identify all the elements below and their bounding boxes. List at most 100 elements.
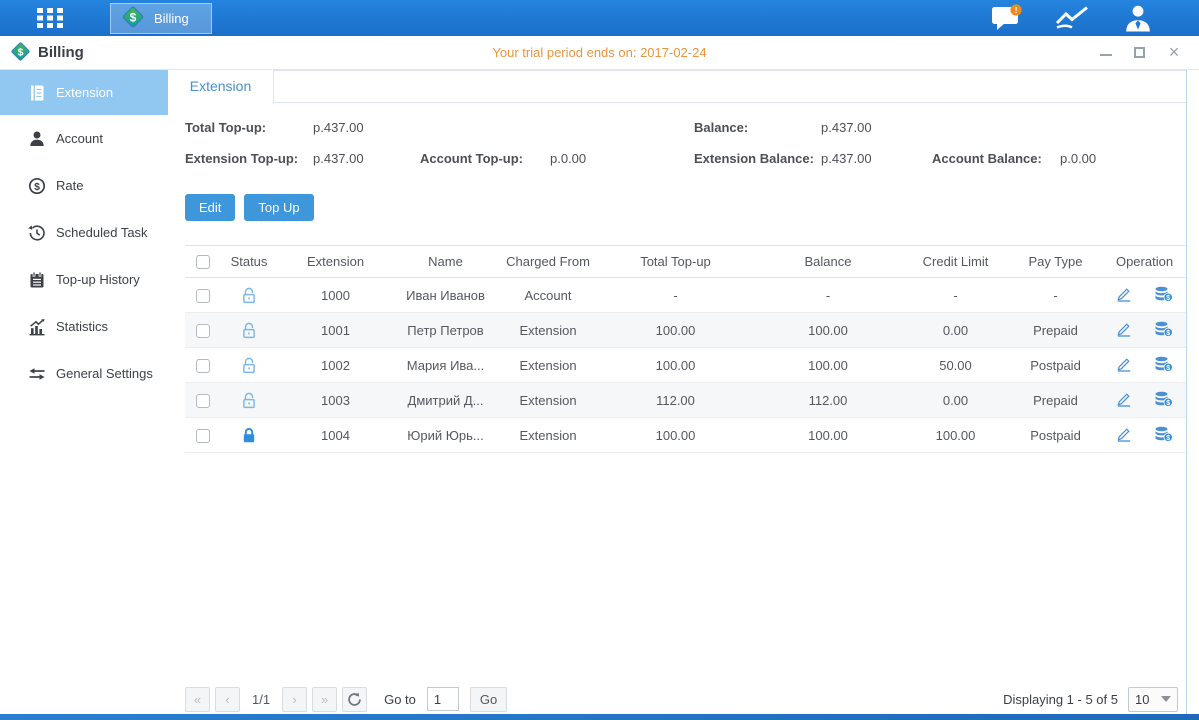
history-clock-icon xyxy=(28,224,46,242)
row-checkbox[interactable] xyxy=(196,429,210,443)
close-icon[interactable]: × xyxy=(1167,46,1181,60)
app-window: $ Billing ! xyxy=(0,0,1199,720)
resource-monitor-icon[interactable] xyxy=(1055,5,1091,31)
status-cell xyxy=(220,278,278,313)
svg-text:$: $ xyxy=(1166,400,1170,407)
row-checkbox[interactable] xyxy=(196,324,210,338)
edit-pencil-icon[interactable] xyxy=(1116,391,1132,410)
window-body: Extension Account $ Rate xyxy=(0,70,1199,714)
charged-from-cell: Extension xyxy=(498,383,598,418)
next-page-button[interactable]: › xyxy=(282,687,307,712)
app-launcher-icon[interactable] xyxy=(36,7,64,29)
window-bottom-border xyxy=(0,714,1199,720)
edit-pencil-icon[interactable] xyxy=(1116,356,1132,375)
svg-text:$: $ xyxy=(1166,365,1170,372)
sidebar-item-label: Statistics xyxy=(56,319,108,334)
table-row: 1002 Мария Ива... Extension 100.00 100.0… xyxy=(185,348,1186,383)
balance-cell: 100.00 xyxy=(753,418,903,453)
name-cell: Дмитрий Д... xyxy=(393,383,498,418)
row-checkbox[interactable] xyxy=(196,359,210,373)
operation-cell: $ xyxy=(1103,418,1186,453)
sidebar-item-rate[interactable]: $ Rate xyxy=(0,162,168,209)
svg-text:$: $ xyxy=(1166,295,1170,302)
total-topup-value: p.437.00 xyxy=(313,120,364,135)
account-topup-label: Account Top-up: xyxy=(420,151,523,166)
status-cell xyxy=(220,418,278,453)
sidebar-item-topup-history[interactable]: Top-up History xyxy=(0,256,168,303)
edit-pencil-icon[interactable] xyxy=(1116,321,1132,340)
pagination-controls: « ‹ 1/1 › » Go to Go xyxy=(185,687,507,712)
credit-limit-cell: 50.00 xyxy=(903,348,1008,383)
topup-coins-icon[interactable]: $ xyxy=(1154,286,1173,305)
page-indicator: 1/1 xyxy=(245,692,277,707)
app-tab-billing[interactable]: $ Billing xyxy=(110,3,212,34)
select-all-checkbox[interactable] xyxy=(196,255,210,269)
user-account-icon[interactable] xyxy=(1123,5,1153,32)
extension-cell: 1000 xyxy=(278,278,393,313)
topup-coins-icon[interactable]: $ xyxy=(1154,356,1173,375)
summary-panel: Total Top-up: p.437.00 Balance: p.437.00… xyxy=(168,116,1186,182)
topup-button[interactable]: Top Up xyxy=(244,194,313,221)
credit-limit-cell: 0.00 xyxy=(903,383,1008,418)
prev-page-button[interactable]: ‹ xyxy=(215,687,240,712)
table-row: 1003 Дмитрий Д... Extension 112.00 112.0… xyxy=(185,383,1186,418)
table-header-row: Status Extension Name Charged From Total… xyxy=(185,246,1186,278)
row-checkbox[interactable] xyxy=(196,394,210,408)
first-page-button[interactable]: « xyxy=(185,687,210,712)
page-size-select[interactable]: 10 xyxy=(1128,687,1178,712)
extension-cell: 1002 xyxy=(278,348,393,383)
table-row: 1004 Юрий Юрь... Extension 100.00 100.00… xyxy=(185,418,1186,453)
unlocked-icon xyxy=(241,392,257,409)
trial-notice: Your trial period ends on: 2017-02-24 xyxy=(0,45,1199,60)
notifications-icon[interactable]: ! xyxy=(991,4,1023,32)
svg-text:$: $ xyxy=(34,181,40,193)
extension-balance-value: p.437.00 xyxy=(821,151,872,166)
edit-pencil-icon[interactable] xyxy=(1116,286,1132,305)
account-balance-label: Account Balance: xyxy=(932,151,1042,166)
edit-button[interactable]: Edit xyxy=(185,194,235,221)
go-button[interactable]: Go xyxy=(470,687,507,712)
sidebar-item-scheduled-task[interactable]: Scheduled Task xyxy=(0,209,168,256)
svg-text:!: ! xyxy=(1015,5,1018,15)
window-controls: × xyxy=(1100,46,1181,60)
pay-type-cell: Postpaid xyxy=(1008,418,1103,453)
sidebar-item-general-settings[interactable]: General Settings xyxy=(0,350,168,397)
row-checkbox[interactable] xyxy=(196,289,210,303)
topup-coins-icon[interactable]: $ xyxy=(1154,391,1173,410)
tab-extension[interactable]: Extension xyxy=(168,70,274,103)
refresh-button[interactable] xyxy=(342,687,367,712)
topup-coins-icon[interactable]: $ xyxy=(1154,321,1173,340)
column-header-credit-limit: Credit Limit xyxy=(903,246,1008,278)
balance-cell: 112.00 xyxy=(753,383,903,418)
svg-text:$: $ xyxy=(130,10,137,24)
edit-pencil-icon[interactable] xyxy=(1116,426,1132,445)
sidebar-item-extension[interactable]: Extension xyxy=(0,70,168,115)
total-topup-cell: 100.00 xyxy=(598,418,753,453)
column-header-status: Status xyxy=(220,246,278,278)
topup-coins-icon[interactable]: $ xyxy=(1154,426,1173,445)
sidebar-item-label: General Settings xyxy=(56,366,153,381)
goto-page-input[interactable] xyxy=(427,687,459,711)
app-tab-label: Billing xyxy=(154,11,189,26)
sidebar-item-statistics[interactable]: Statistics xyxy=(0,303,168,350)
sidebar-item-account[interactable]: Account xyxy=(0,115,168,162)
maximize-icon[interactable] xyxy=(1134,47,1145,58)
pay-type-cell: - xyxy=(1008,278,1103,313)
pagination-status: Displaying 1 - 5 of 5 10 xyxy=(1003,687,1178,712)
balance-cell: 100.00 xyxy=(753,348,903,383)
total-topup-cell: 100.00 xyxy=(598,313,753,348)
topbar: $ Billing ! xyxy=(0,0,1199,36)
svg-text:$: $ xyxy=(1166,435,1170,442)
tab-strip: Extension xyxy=(168,70,1186,103)
credit-limit-cell: - xyxy=(903,278,1008,313)
last-page-button[interactable]: » xyxy=(312,687,337,712)
minimize-icon[interactable] xyxy=(1100,49,1112,56)
notepad-icon xyxy=(28,271,46,289)
pagination-bar: « ‹ 1/1 › » Go to Go Di xyxy=(168,684,1186,714)
column-header-total-topup: Total Top-up xyxy=(598,246,753,278)
balance-cell: - xyxy=(753,278,903,313)
name-cell: Юрий Юрь... xyxy=(393,418,498,453)
charged-from-cell: Extension xyxy=(498,313,598,348)
sidebar-item-label: Account xyxy=(56,131,103,146)
extension-balance-label: Extension Balance: xyxy=(694,151,814,166)
